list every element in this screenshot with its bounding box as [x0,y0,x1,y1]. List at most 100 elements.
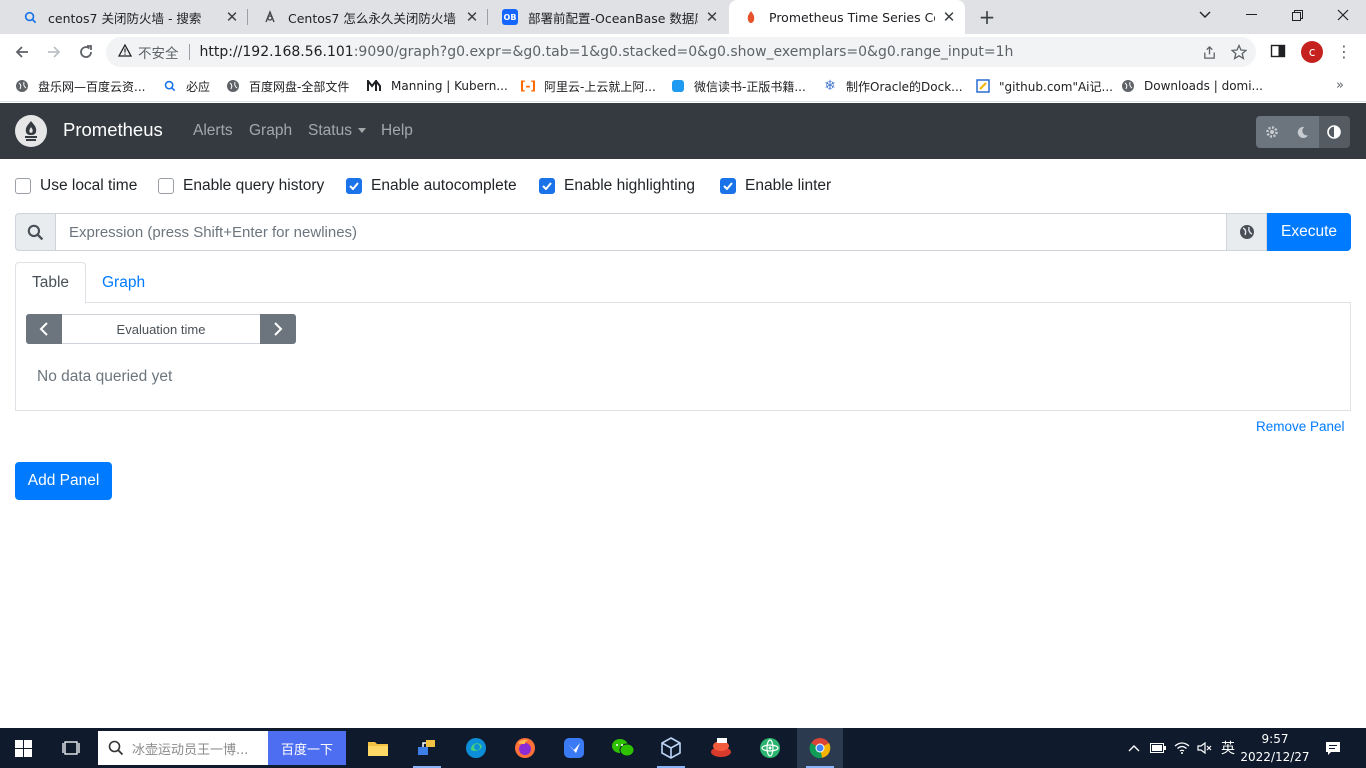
reload-icon[interactable] [74,40,98,64]
brand-title[interactable]: Prometheus [63,119,163,141]
option-linter[interactable]: Enable linter [720,174,831,198]
bookmark-item[interactable]: Manning | Kubern... [367,76,508,96]
checkbox-checked[interactable] [539,178,555,194]
nav-graph[interactable]: Graph [249,122,292,140]
tab-table[interactable]: Table [15,262,87,304]
baidu-search-button[interactable]: 百度一下 [268,731,346,765]
option-highlighting[interactable]: Enable highlighting [539,174,695,198]
taskbar-clock[interactable]: 9:57 2022/12/27 [1238,730,1312,766]
search-icon [108,740,124,760]
bookmark-item[interactable]: ❄ 制作Oracle的Dock... [822,76,963,96]
back-icon[interactable] [10,40,34,64]
browser-tab[interactable]: centos7 关闭防火墙 - 搜索 ✕ [8,0,248,34]
snowflake-icon: ❄ [824,78,836,94]
chevron-up-icon[interactable] [1124,728,1144,768]
bookmark-star-icon[interactable] [1230,43,1248,61]
notification-icon[interactable] [1318,728,1348,768]
bookmark-item[interactable]: 盘乐网—百度云资... [14,76,145,96]
bookmark-item[interactable]: [-] 阿里云-上云就上阿... [520,76,656,96]
checkbox[interactable] [15,178,31,194]
tab-graph[interactable]: Graph [86,262,161,303]
close-icon[interactable]: ✕ [941,8,957,26]
add-panel-button[interactable]: Add Panel [15,462,112,500]
close-window-icon[interactable] [1320,0,1366,30]
browser-tab-title: 部署前配置-OceanBase 数据库- [528,10,698,26]
ime-indicator[interactable]: 英 [1218,728,1238,768]
firefox-icon[interactable] [502,728,548,768]
chevron-left-icon[interactable] [26,314,62,344]
battery-icon[interactable] [1148,728,1168,768]
insecure-label[interactable]: 不安全 [138,42,179,62]
evaluation-time-input[interactable]: Evaluation time [62,314,260,344]
profile-avatar[interactable]: c [1301,41,1323,63]
contrast-icon[interactable] [1318,116,1350,148]
browser-tab[interactable]: Centos7 怎么永久关闭防火墙 - 知 ✕ [248,0,488,34]
bookmark-item[interactable]: 必应 [162,76,210,96]
browser-tab-active[interactable]: Prometheus Time Series Colle ✕ [729,0,965,34]
url-text[interactable]: http://192.168.56.101:9090/graph?g0.expr… [200,44,1014,60]
gear-icon[interactable] [1256,116,1288,148]
more-menu-icon[interactable]: ⋮ [1336,40,1352,64]
share-icon[interactable] [1200,43,1218,61]
chrome-icon[interactable] [797,728,843,768]
volume-mute-icon[interactable] [1195,728,1215,768]
bookmark-item[interactable]: "github.com"Ai记... [975,76,1113,96]
prometheus-icon [743,9,759,25]
globe-icon [225,78,241,94]
wechat-icon[interactable] [600,728,646,768]
close-icon[interactable]: ✕ [224,8,240,26]
remove-panel-link[interactable]: Remove Panel [1256,419,1345,434]
feishu-icon[interactable] [551,728,597,768]
bookmark-item[interactable]: 微信读书-正版书籍... [670,76,806,96]
checkbox-checked[interactable] [720,178,736,194]
nav-alerts[interactable]: Alerts [193,122,233,140]
chevron-right-icon[interactable] [260,314,296,344]
note-icon [975,78,991,94]
warning-icon[interactable] [117,43,133,61]
zhihu-icon [262,9,278,25]
metrics-explorer-icon[interactable] [1226,213,1267,251]
globe-icon [1120,78,1136,94]
option-query-history[interactable]: Enable query history [158,174,324,198]
minimize-icon[interactable] [1228,0,1274,30]
windows-start-icon[interactable] [0,728,46,768]
search-icon [15,213,56,251]
browser-tab-strip: centos7 关闭防火墙 - 搜索 ✕ Centos7 怎么永久关闭防火墙 -… [0,0,1366,34]
bookmark-item[interactable]: Downloads | domi... [1120,76,1263,96]
virtualbox-icon[interactable] [648,728,694,768]
edge-icon[interactable] [453,728,499,768]
bookmark-item[interactable]: 百度网盘-全部文件 [225,76,349,96]
file-explorer-icon[interactable] [355,728,401,768]
checkbox[interactable] [158,178,174,194]
chevron-down-icon[interactable] [1182,0,1228,30]
bookmarks-bar: 盘乐网—百度云资... 必应 百度网盘-全部文件 Manning | Kuber… [0,70,1366,102]
execute-button[interactable]: Execute [1267,213,1351,251]
expression-input[interactable]: Expression (press Shift+Enter for newlin… [56,213,1226,251]
restore-icon[interactable] [1274,0,1320,30]
panel-tabs: Table Graph [15,262,1351,304]
task-view-icon[interactable] [48,728,94,768]
url-bar[interactable]: 不安全 http://192.168.56.101:9090/graph?g0.… [106,37,1256,67]
moon-icon[interactable] [1287,116,1319,148]
forward-icon[interactable] [42,40,66,64]
sql-tool-icon[interactable] [698,728,744,768]
expression-bar: Expression (press Shift+Enter for newlin… [15,213,1351,251]
checkbox-checked[interactable] [346,178,362,194]
close-icon[interactable]: ✕ [704,8,720,26]
option-autocomplete[interactable]: Enable autocomplete [346,174,517,198]
wifi-icon[interactable] [1172,728,1192,768]
new-tab-icon[interactable]: + [975,5,999,29]
browser-tab-title: Centos7 怎么永久关闭防火墙 - 知 [288,10,458,26]
nav-status[interactable]: Status [308,122,367,140]
browser-tab[interactable]: OB 部署前配置-OceanBase 数据库- ✕ [488,0,728,34]
prometheus-logo-icon[interactable] [15,115,47,147]
atom-app-icon[interactable] [747,728,793,768]
nav-help[interactable]: Help [381,122,413,140]
globe-icon [14,78,30,94]
option-use-local-time[interactable]: Use local time [15,174,137,198]
more-bookmarks-icon[interactable]: » [1336,78,1344,93]
network-app-icon[interactable] [404,728,450,768]
side-panel-icon[interactable] [1270,43,1288,61]
close-icon[interactable]: ✕ [464,8,480,26]
browser-tab-title: Prometheus Time Series Colle [769,9,935,25]
